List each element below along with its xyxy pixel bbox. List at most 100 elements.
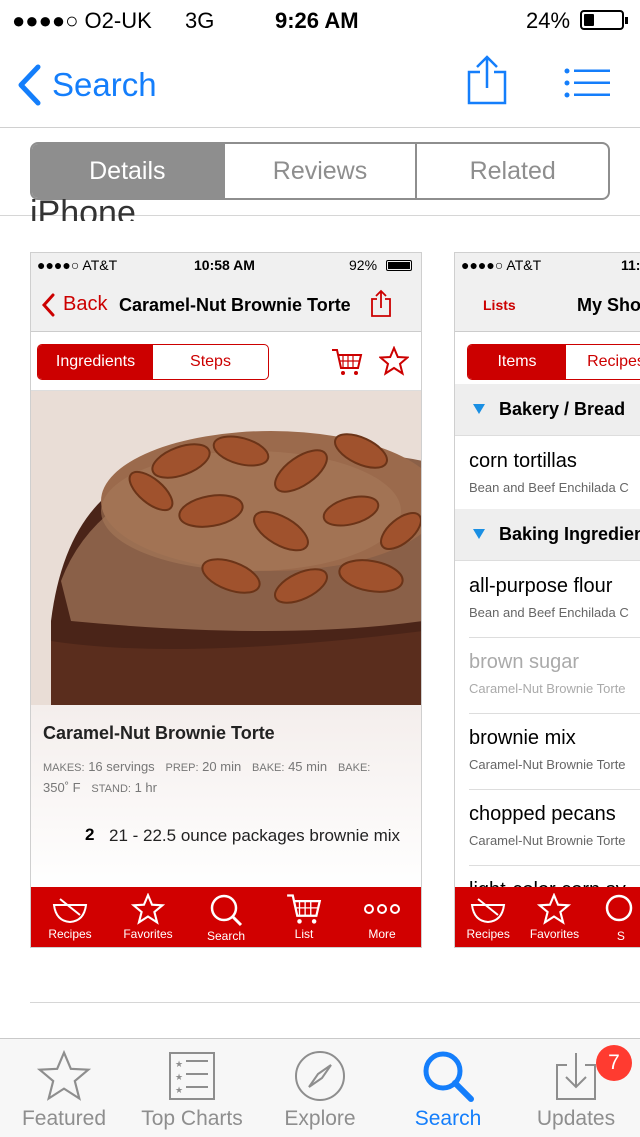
svg-text:★: ★	[175, 1086, 183, 1096]
category-header: Baking Ingredien	[455, 509, 640, 561]
chevron-left-icon	[18, 64, 41, 106]
tab-search[interactable]: Search	[384, 1039, 512, 1137]
ingredient-qty: 2	[85, 825, 95, 844]
tab-featured[interactable]: Featured	[0, 1039, 128, 1137]
mini-tab-label: Favorites	[529, 927, 580, 941]
item-source: Caramel-Nut Brownie Torte	[469, 833, 626, 848]
item-name: brownie mix	[469, 727, 576, 749]
section-heading: iPhone	[30, 194, 136, 221]
mini-tab-favorites: Favorites	[109, 887, 187, 947]
search-icon	[423, 1051, 474, 1102]
mini-clock: 10:58 AM	[194, 257, 255, 273]
app-screenshot-recipe[interactable]: ●●●●○ AT&T 10:58 AM 92% Back Caramel-Nut…	[30, 252, 422, 948]
makes-value: 16 servings	[88, 759, 155, 774]
segment-related[interactable]: Related	[415, 144, 608, 198]
mini-status-bar: ●●●●○ AT&T 11:2	[455, 253, 640, 279]
search-icon	[210, 894, 243, 927]
top-charts-icon: ★ ★ ★	[169, 1052, 215, 1100]
bake-label: BAKE:	[252, 762, 285, 774]
recipe-photo	[31, 391, 421, 705]
tab-explore[interactable]: Explore	[256, 1039, 384, 1137]
bowl-icon	[471, 898, 506, 924]
item-source: Caramel-Nut Brownie Torte	[469, 757, 626, 772]
mini-toolbar: Items Recipes	[455, 332, 640, 391]
mini-tab-label: More	[368, 927, 396, 941]
stand-value: 1 hr	[134, 780, 157, 795]
bake-temp-label: BAKE:	[337, 762, 371, 774]
category-label: Bakery / Bread	[499, 399, 626, 419]
list-item: brownie mix Caramel-Nut Brownie Torte	[469, 713, 640, 790]
category-header: Bakery / Bread	[455, 384, 640, 436]
app-screenshot-shopping-list[interactable]: ●●●●○ AT&T 11:2 Lists My Sho Items Recip…	[454, 252, 640, 948]
share-icon[interactable]	[466, 54, 508, 106]
ingredient-text: 21 - 22.5 ounce packages brownie mix	[109, 826, 401, 845]
star-icon	[131, 893, 165, 925]
bake-value: 45 min	[288, 759, 328, 774]
mini-nav-bar: Lists My Sho	[455, 279, 640, 332]
list-icon[interactable]	[564, 68, 610, 98]
stand-label: STAND:	[91, 783, 131, 795]
item-source: Bean and Beef Enchilada C	[469, 605, 629, 620]
mini-title: My Sho	[577, 295, 640, 315]
tab-label: Explore	[284, 1107, 356, 1130]
list-item: all-purpose flour Bean and Beef Enchilada…	[469, 561, 640, 638]
mini-tab-list: List	[265, 887, 343, 947]
recipe-title: Caramel-Nut Brownie Torte	[43, 723, 275, 743]
battery-icon	[580, 10, 628, 30]
cart-icon	[287, 894, 322, 924]
list-item: brown sugar Caramel-Nut Brownie Torte	[469, 637, 640, 714]
divider	[30, 1002, 640, 1003]
category-label: Baking Ingredien	[499, 524, 640, 544]
star-icon	[537, 893, 572, 925]
list-item: chopped pecans Caramel-Nut Brownie Torte	[469, 789, 640, 866]
tab-label: Featured	[21, 1107, 107, 1130]
item-name: corn tortillas	[469, 450, 577, 472]
mini-tab-favorites: Favorites	[521, 887, 587, 947]
cart-icon	[332, 349, 363, 375]
mini-tab-recipes: Recipes	[31, 887, 109, 947]
mini-tab-more: More	[343, 887, 421, 947]
segment-reviews[interactable]: Reviews	[222, 144, 416, 198]
tab-updates[interactable]: Updates 7	[512, 1039, 640, 1137]
svg-text:★: ★	[175, 1060, 183, 1070]
mini-tab-bar: Recipes Favorites S	[455, 887, 640, 947]
mini-title: Caramel-Nut Brownie Torte	[119, 295, 351, 315]
more-icon	[364, 904, 400, 914]
mini-toolbar: Ingredients Steps	[31, 332, 421, 391]
mini-tab-label: Recipes	[48, 927, 92, 941]
back-button[interactable]: Search	[16, 64, 157, 106]
mini-clock: 11:2	[621, 257, 640, 273]
bake-temp-value: 350˚ F	[43, 780, 81, 795]
item-source: Caramel-Nut Brownie Torte	[469, 681, 626, 696]
mini-carrier: ●●●●○ AT&T	[37, 257, 118, 273]
mini-battery-percent: 92%	[349, 257, 378, 273]
item-name: brown sugar	[469, 651, 580, 673]
mini-tab-recipes: Recipes	[587, 353, 640, 370]
clock: 9:26 AM	[275, 8, 359, 33]
update-count-badge: 7	[596, 1045, 632, 1081]
mini-carrier: ●●●●○ AT&T	[461, 257, 542, 273]
star-icon	[379, 346, 409, 376]
disclosure-triangle-icon	[473, 529, 485, 539]
mini-tab-label: S	[616, 929, 625, 943]
recipe-meta: MAKES: 16 servings PREP: 20 min BAKE: 45…	[43, 757, 418, 799]
compass-icon	[295, 1051, 345, 1101]
prep-label: PREP:	[165, 762, 199, 774]
tab-label: Top Charts	[141, 1107, 243, 1130]
network-type: 3G	[185, 8, 215, 33]
mini-segmented-control: Items Recipes	[467, 344, 640, 380]
svg-text:★: ★	[175, 1073, 183, 1083]
mini-tab-items: Items	[468, 345, 566, 379]
tab-top-charts[interactable]: ★ ★ ★ Top Charts	[128, 1039, 256, 1137]
makes-label: MAKES:	[43, 762, 85, 774]
mini-tab-label: Favorites	[123, 927, 173, 941]
search-icon	[605, 894, 633, 922]
mini-tab-recipes: Recipes	[455, 887, 521, 947]
star-icon	[36, 1049, 92, 1101]
mini-tab-label: List	[294, 927, 314, 941]
mini-status-bar: ●●●●○ AT&T 10:58 AM 92%	[31, 253, 421, 279]
mini-nav-bar: Back Caramel-Nut Brownie Torte	[31, 279, 421, 332]
battery-percent: 24%	[526, 8, 571, 33]
status-bar: ●●●●○ O2-UK 3G 9:26 AM 24%	[0, 0, 640, 40]
mini-share-icon	[371, 289, 391, 317]
